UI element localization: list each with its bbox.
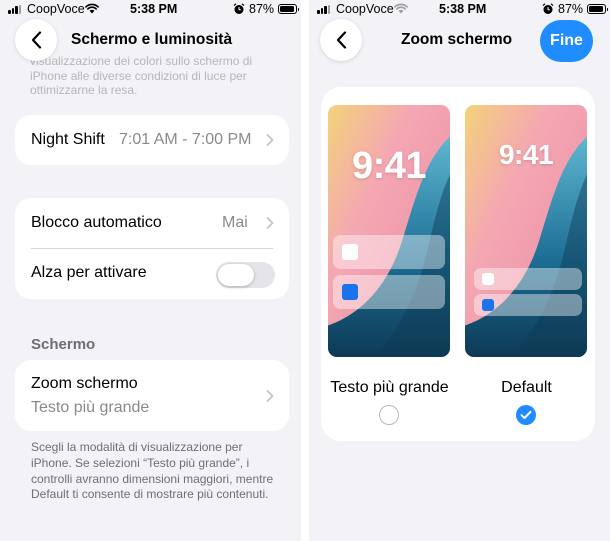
default-radio[interactable]	[516, 405, 536, 425]
zoom-options-card: 9:41 Testo più grande 9:41 Default	[321, 87, 595, 441]
battery-percentage: 87%	[558, 2, 584, 16]
larger-text-option[interactable]: 9:41 Testo più grande	[321, 87, 458, 441]
night-shift-row[interactable]: Night Shift 7:01 AM - 7:00 PM	[15, 115, 289, 165]
signal-icon	[8, 5, 21, 14]
checkmark-icon	[520, 410, 532, 419]
battery-percentage: 87%	[249, 2, 275, 16]
scrolled-description: visualizzazione dei colori sullo schermo…	[30, 54, 253, 97]
auto-lock-label: Blocco automatico	[31, 214, 162, 231]
display-zoom-screen: CoopVoce 5:38 PM 87% Zoom schermo Fine 9…	[309, 0, 610, 541]
carrier-label: CoopVoce	[336, 2, 394, 16]
default-preview: 9:41	[465, 105, 587, 357]
notification-app-icon	[482, 273, 494, 285]
battery-icon	[587, 4, 608, 14]
notification-app-icon	[482, 299, 494, 311]
notification-app-icon	[342, 244, 358, 260]
alarm-icon	[233, 3, 245, 14]
battery-icon	[278, 4, 299, 14]
back-button[interactable]	[15, 19, 57, 61]
preview-clock: 9:41	[351, 145, 427, 187]
wifi-icon	[394, 3, 408, 14]
chevron-left-icon	[31, 31, 41, 49]
notification-placeholder	[333, 275, 445, 309]
signal-icon	[317, 5, 330, 14]
display-zoom-label: Zoom schermo	[31, 375, 138, 392]
display-zoom-footnote: Scegli la modalità di visualizzazione pe…	[31, 440, 274, 502]
larger-text-preview: 9:41	[328, 105, 450, 357]
raise-to-wake-label: Alza per attivare	[31, 264, 147, 281]
wifi-icon	[85, 3, 99, 14]
toggle-knob	[218, 264, 254, 286]
display-zoom-row[interactable]: Zoom schermo Testo più grande	[15, 360, 289, 431]
raise-to-wake-toggle[interactable]	[216, 262, 275, 288]
chevron-right-icon	[266, 390, 274, 402]
alarm-icon	[542, 3, 554, 14]
done-button[interactable]: Fine	[540, 20, 593, 62]
status-bar: CoopVoce 5:38 PM 87%	[309, 0, 610, 20]
larger-text-radio[interactable]	[379, 405, 399, 425]
chevron-left-icon	[336, 31, 346, 49]
preview-clock: 9:41	[498, 139, 554, 170]
page-title: Schermo e luminosità	[71, 31, 233, 48]
status-time: 5:38 PM	[130, 2, 178, 16]
chevron-right-icon	[266, 217, 274, 229]
status-time: 5:38 PM	[439, 2, 487, 16]
notification-placeholder	[474, 268, 582, 290]
back-button[interactable]	[320, 19, 362, 61]
wallpaper-image	[328, 105, 450, 357]
night-shift-schedule: 7:01 AM - 7:00 PM	[119, 131, 252, 148]
lock-settings-group: Blocco automatico Mai Alza per attivare	[15, 198, 289, 299]
notification-placeholder	[333, 235, 445, 269]
default-label: Default	[501, 379, 552, 396]
night-shift-label: Night Shift	[31, 131, 105, 148]
larger-text-label: Testo più grande	[330, 379, 449, 396]
notification-placeholder	[474, 294, 582, 316]
page-title: Zoom schermo	[401, 31, 513, 48]
section-header-screen: Schermo	[31, 336, 96, 353]
carrier-label: CoopVoce	[27, 2, 85, 16]
notification-app-icon	[342, 284, 358, 300]
default-option[interactable]: 9:41 Default	[458, 87, 595, 441]
auto-lock-row[interactable]: Blocco automatico Mai	[15, 198, 289, 248]
auto-lock-value: Mai	[222, 214, 248, 231]
display-zoom-value: Testo più grande	[31, 399, 150, 416]
status-bar: CoopVoce 5:38 PM 87%	[0, 0, 301, 20]
raise-to-wake-row: Alza per attivare	[15, 249, 289, 299]
chevron-right-icon	[266, 134, 274, 146]
display-settings-screen: CoopVoce 5:38 PM 87% visualizzazione dei…	[0, 0, 301, 541]
